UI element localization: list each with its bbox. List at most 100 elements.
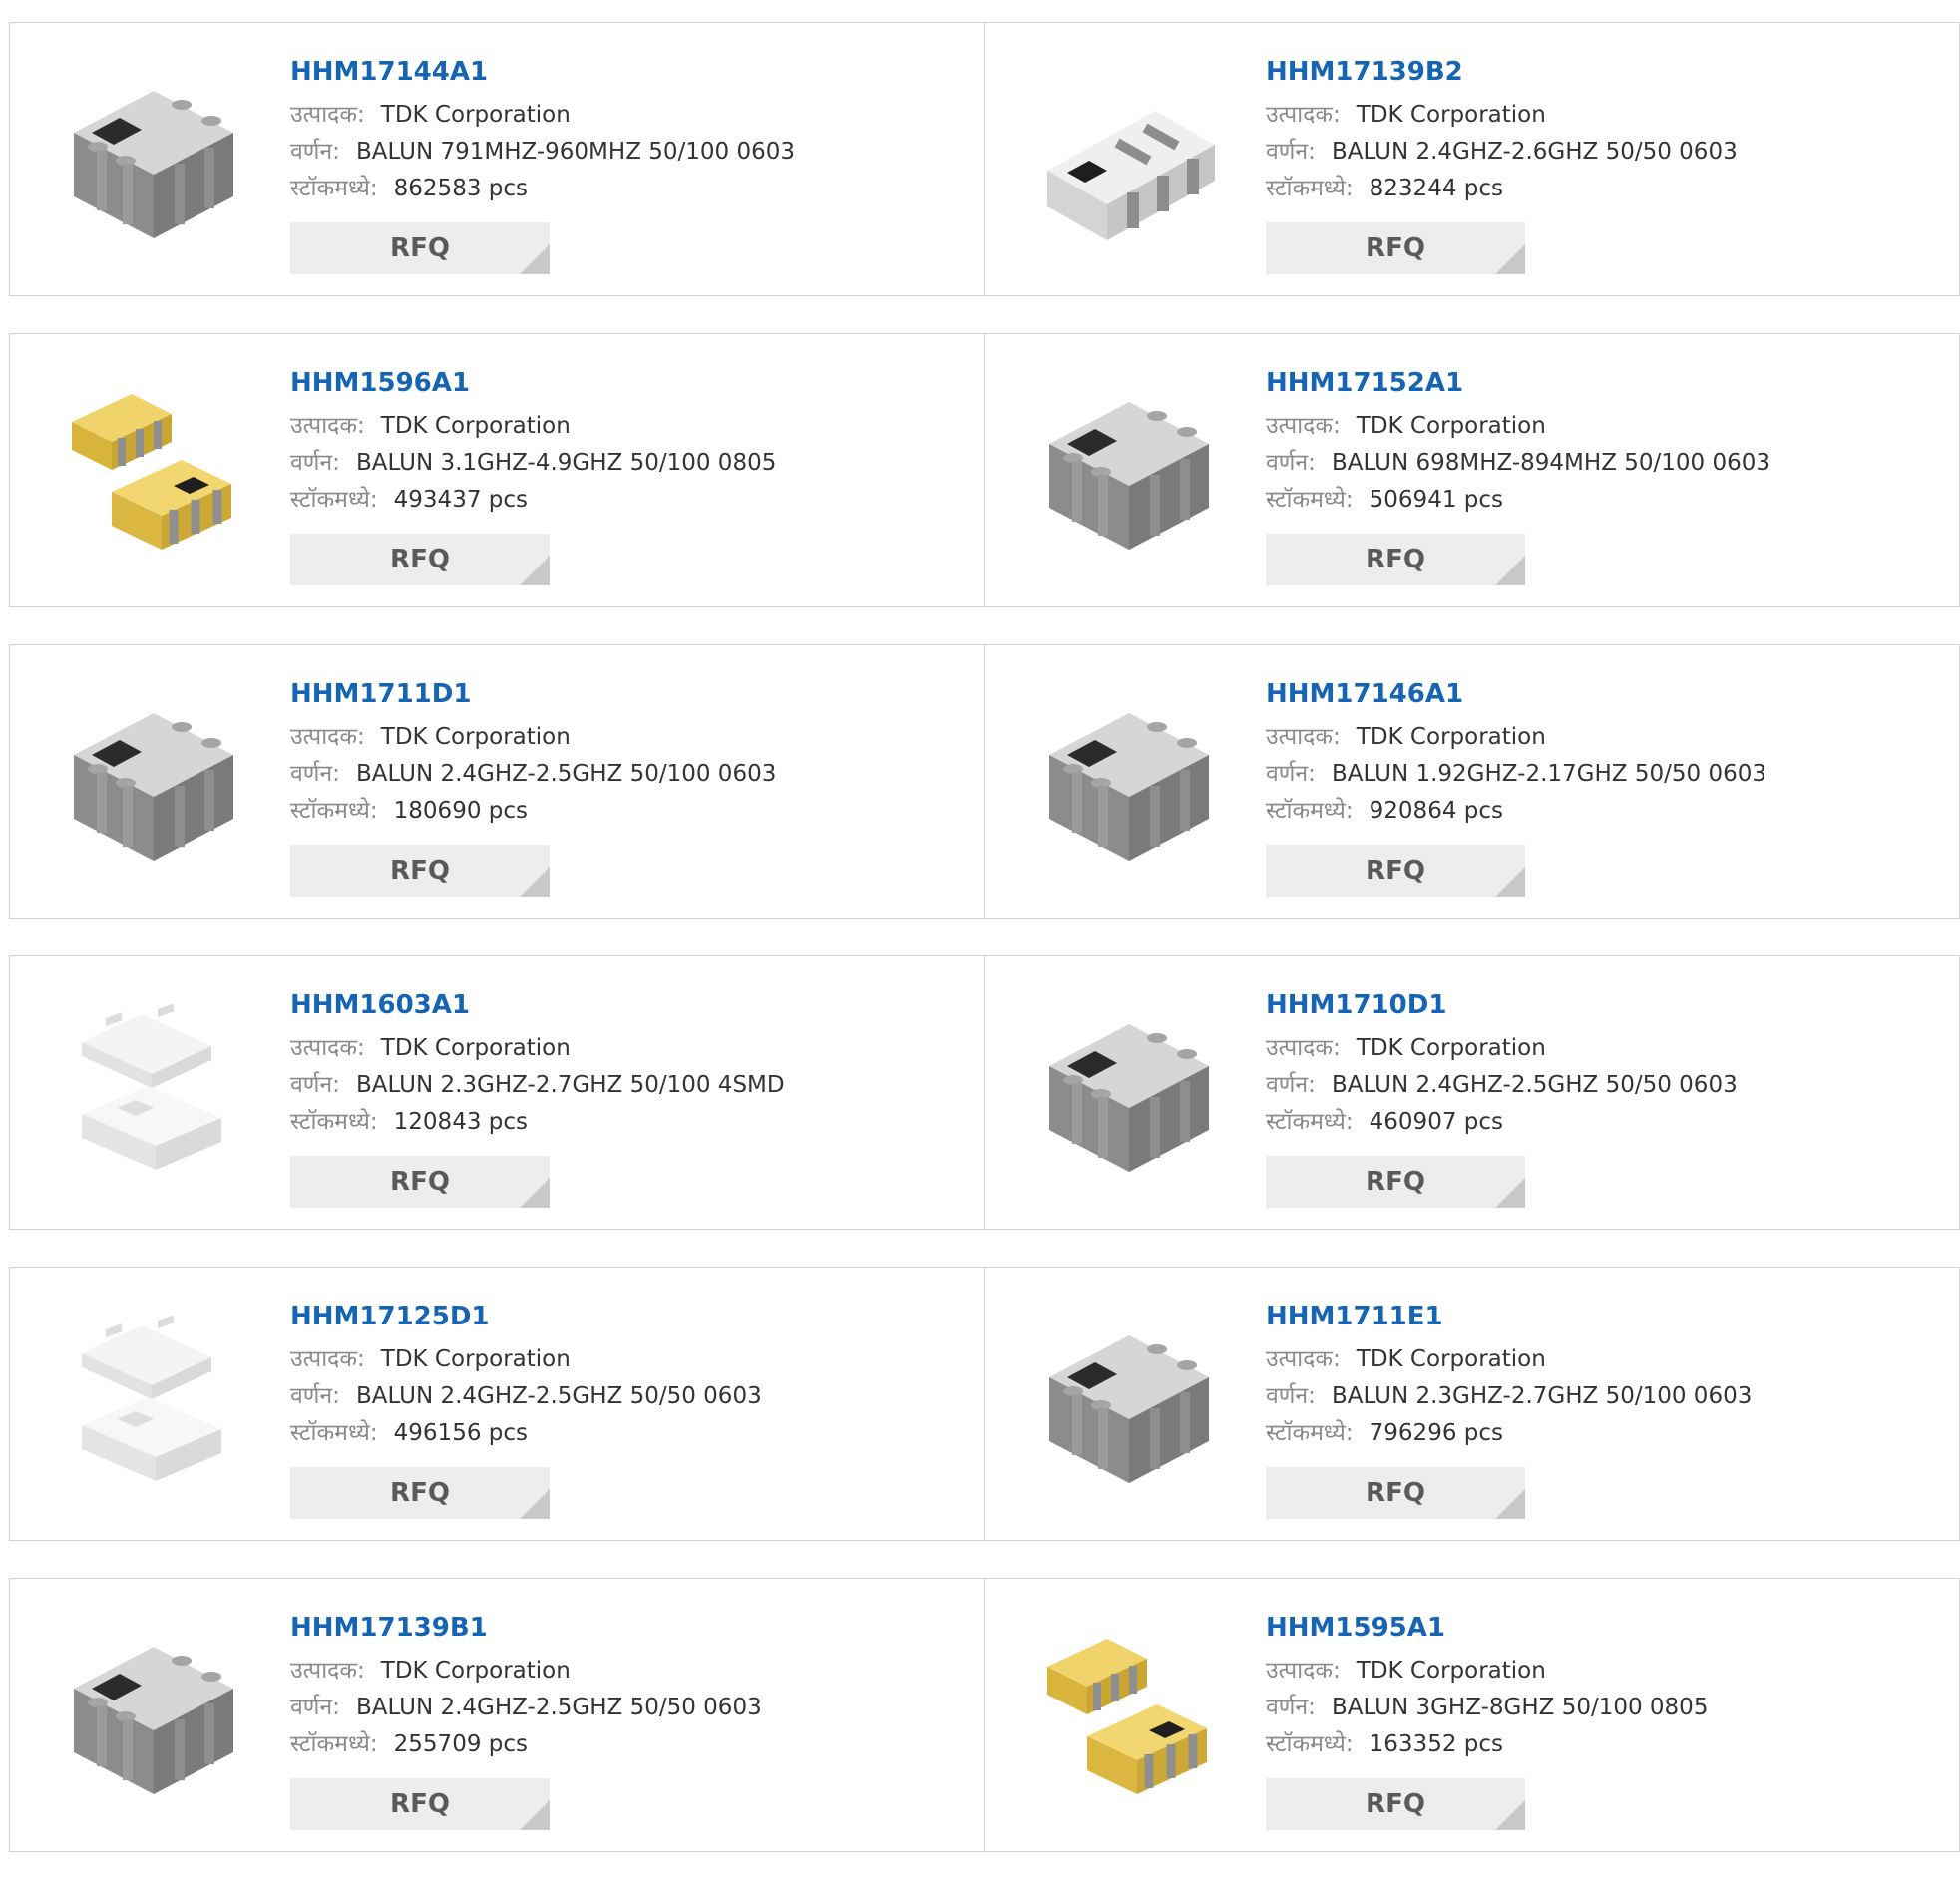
stock-line-label: स्टॉकमध्ये: bbox=[290, 487, 378, 513]
product-image[interactable] bbox=[1027, 683, 1227, 883]
rfq-button[interactable]: RFQ bbox=[290, 1778, 550, 1830]
product-part-number-link[interactable]: HHM17125D1 bbox=[290, 1300, 965, 1341]
stock-line: स्टॉकमध्ये: 920864 pcs bbox=[1266, 793, 1939, 830]
description-line-label: वर्णन: bbox=[1266, 761, 1316, 787]
stock-line-value: 823244 pcs bbox=[1369, 176, 1503, 201]
description-line-label: वर्णन: bbox=[290, 1072, 340, 1098]
stock-line: स्टॉकमध्ये: 506941 pcs bbox=[1266, 482, 1939, 519]
rfq-button-label: RFQ bbox=[1366, 233, 1425, 263]
product-part-number-link[interactable]: HHM1711D1 bbox=[290, 677, 965, 719]
product-image[interactable] bbox=[52, 994, 251, 1194]
description-line: वर्णन: BALUN 698MHZ-894MHZ 50/100 0603 bbox=[1266, 445, 1939, 482]
manufacturer-line: उत्पादक: TDK Corporation bbox=[290, 1341, 965, 1378]
gray-chip-icon bbox=[1049, 402, 1209, 550]
manufacturer-line-value: TDK Corporation bbox=[380, 1035, 571, 1061]
description-line-value: BALUN 3.1GHZ-4.9GHZ 50/100 0805 bbox=[355, 450, 777, 476]
rfq-button[interactable]: RFQ bbox=[1266, 1156, 1525, 1208]
product-image[interactable] bbox=[52, 61, 251, 260]
description-line: वर्णन: BALUN 1.92GHZ-2.17GHZ 50/50 0603 bbox=[1266, 756, 1939, 793]
rfq-corner-decoration bbox=[1495, 244, 1525, 274]
description-line-value: BALUN 1.92GHZ-2.17GHZ 50/50 0603 bbox=[1331, 761, 1766, 787]
product-part-number-link[interactable]: HHM1711E1 bbox=[1266, 1300, 1939, 1341]
rfq-corner-decoration bbox=[1495, 1178, 1525, 1208]
product-image[interactable] bbox=[52, 1617, 251, 1816]
manufacturer-line-label: उत्पादक: bbox=[1266, 1346, 1341, 1372]
manufacturer-line: उत्पादक: TDK Corporation bbox=[1266, 719, 1939, 756]
product-image[interactable] bbox=[1027, 61, 1227, 260]
product-info: HHM17125D1 उत्पादक: TDK Corporation वर्णन: B… bbox=[290, 1300, 965, 1452]
rfq-button[interactable]: RFQ bbox=[1266, 1467, 1525, 1519]
manufacturer-line: उत्पादक: TDK Corporation bbox=[1266, 1653, 1939, 1690]
product-image[interactable] bbox=[52, 1306, 251, 1505]
product-part-number-link[interactable]: HHM17139B1 bbox=[290, 1611, 965, 1653]
stock-line-label: स्टॉकमध्ये: bbox=[290, 1731, 378, 1757]
description-line: वर्णन: BALUN 2.4GHZ-2.5GHZ 50/50 0603 bbox=[290, 1378, 965, 1415]
rfq-button[interactable]: RFQ bbox=[290, 1156, 550, 1208]
manufacturer-line-label: उत्पादक: bbox=[290, 1035, 365, 1061]
description-line-value: BALUN 2.3GHZ-2.7GHZ 50/100 0603 bbox=[1331, 1383, 1753, 1409]
product-info: HHM1595A1 उत्पादक: TDK Corporation वर्णन: BA… bbox=[1266, 1611, 1939, 1763]
description-line-label: वर्णन: bbox=[1266, 1072, 1316, 1098]
rfq-button[interactable]: RFQ bbox=[290, 534, 550, 585]
manufacturer-line-value: TDK Corporation bbox=[1356, 1035, 1546, 1061]
rfq-button[interactable]: RFQ bbox=[290, 222, 550, 274]
rfq-corner-decoration bbox=[1495, 1489, 1525, 1519]
rfq-button-label: RFQ bbox=[1366, 1167, 1425, 1197]
stock-line-label: स्टॉकमध्ये: bbox=[290, 176, 378, 201]
stock-line-value: 920864 pcs bbox=[1369, 798, 1503, 824]
description-line-label: वर्णन: bbox=[290, 1383, 340, 1409]
product-part-number-link[interactable]: HHM1596A1 bbox=[290, 366, 965, 408]
manufacturer-line-value: TDK Corporation bbox=[380, 413, 571, 439]
product-image[interactable] bbox=[1027, 994, 1227, 1194]
product-part-number-link[interactable]: HHM17146A1 bbox=[1266, 677, 1939, 719]
product-part-number-link[interactable]: HHM17144A1 bbox=[290, 55, 965, 97]
manufacturer-line: उत्पादक: TDK Corporation bbox=[1266, 97, 1939, 134]
description-line: वर्णन: BALUN 2.3GHZ-2.7GHZ 50/100 0603 bbox=[1266, 1378, 1939, 1415]
rfq-button[interactable]: RFQ bbox=[1266, 534, 1525, 585]
product-card: HHM1603A1 उत्पादक: TDK Corporation वर्णन: BA… bbox=[9, 955, 985, 1230]
product-row: HHM1711D1 उत्पादक: TDK Corporation वर्णन: BA… bbox=[9, 644, 1960, 919]
stock-line: स्टॉकमध्ये: 862583 pcs bbox=[290, 171, 965, 207]
description-line-label: वर्णन: bbox=[290, 450, 340, 476]
product-image[interactable] bbox=[52, 372, 251, 571]
product-info: HHM1711E1 उत्पादक: TDK Corporation वर्णन: BA… bbox=[1266, 1300, 1939, 1452]
product-row: HHM17139B1 उत्पादक: TDK Corporation वर्णन: B… bbox=[9, 1578, 1960, 1852]
rfq-button[interactable]: RFQ bbox=[290, 845, 550, 897]
product-part-number-link[interactable]: HHM1710D1 bbox=[1266, 988, 1939, 1030]
rfq-button-label: RFQ bbox=[390, 1789, 450, 1819]
manufacturer-line-label: उत्पादक: bbox=[1266, 724, 1341, 750]
rfq-button[interactable]: RFQ bbox=[1266, 845, 1525, 897]
product-image[interactable] bbox=[1027, 372, 1227, 571]
product-card: HHM17144A1 उत्पादक: TDK Corporation वर्णन: B… bbox=[9, 22, 985, 296]
rfq-button[interactable]: RFQ bbox=[1266, 1778, 1525, 1830]
product-info: HHM17139B1 उत्पादक: TDK Corporation वर्णन: B… bbox=[290, 1611, 965, 1763]
stock-line-label: स्टॉकमध्ये: bbox=[1266, 176, 1354, 201]
manufacturer-line: उत्पादक: TDK Corporation bbox=[1266, 1030, 1939, 1067]
rfq-button[interactable]: RFQ bbox=[1266, 222, 1525, 274]
stock-line: स्टॉकमध्ये: 823244 pcs bbox=[1266, 171, 1939, 207]
description-line-value: BALUN 2.4GHZ-2.6GHZ 50/50 0603 bbox=[1331, 139, 1738, 165]
product-part-number-link[interactable]: HHM17139B2 bbox=[1266, 55, 1939, 97]
product-part-number-link[interactable]: HHM1595A1 bbox=[1266, 1611, 1939, 1653]
stock-line-value: 506941 pcs bbox=[1369, 487, 1503, 513]
product-image[interactable] bbox=[52, 683, 251, 883]
white-chip-pair-icon bbox=[82, 1316, 221, 1481]
rfq-corner-decoration bbox=[1495, 556, 1525, 585]
description-line-value: BALUN 2.4GHZ-2.5GHZ 50/50 0603 bbox=[355, 1383, 762, 1409]
product-part-number-link[interactable]: HHM1603A1 bbox=[290, 988, 965, 1030]
manufacturer-line-label: उत्पादक: bbox=[290, 724, 365, 750]
stock-line-label: स्टॉकमध्ये: bbox=[290, 1109, 378, 1135]
product-info: HHM1711D1 उत्पादक: TDK Corporation वर्णन: BA… bbox=[290, 677, 965, 830]
rfq-button[interactable]: RFQ bbox=[290, 1467, 550, 1519]
product-card: HHM1711E1 उत्पादक: TDK Corporation वर्णन: BA… bbox=[985, 1267, 1960, 1541]
stock-line-value: 255709 pcs bbox=[393, 1731, 528, 1757]
stock-line: स्टॉकमध्ये: 180690 pcs bbox=[290, 793, 965, 830]
description-line: वर्णन: BALUN 3.1GHZ-4.9GHZ 50/100 0805 bbox=[290, 445, 965, 482]
product-card: HHM1596A1 उत्पादक: TDK Corporation वर्णन: BA… bbox=[9, 333, 985, 607]
product-image[interactable] bbox=[1027, 1617, 1227, 1816]
product-image[interactable] bbox=[1027, 1306, 1227, 1505]
stock-line-value: 493437 pcs bbox=[393, 487, 528, 513]
product-grid: HHM17144A1 उत्पादक: TDK Corporation वर्णन: B… bbox=[9, 22, 1960, 1889]
product-part-number-link[interactable]: HHM17152A1 bbox=[1266, 366, 1939, 408]
manufacturer-line-value: TDK Corporation bbox=[1356, 102, 1546, 128]
